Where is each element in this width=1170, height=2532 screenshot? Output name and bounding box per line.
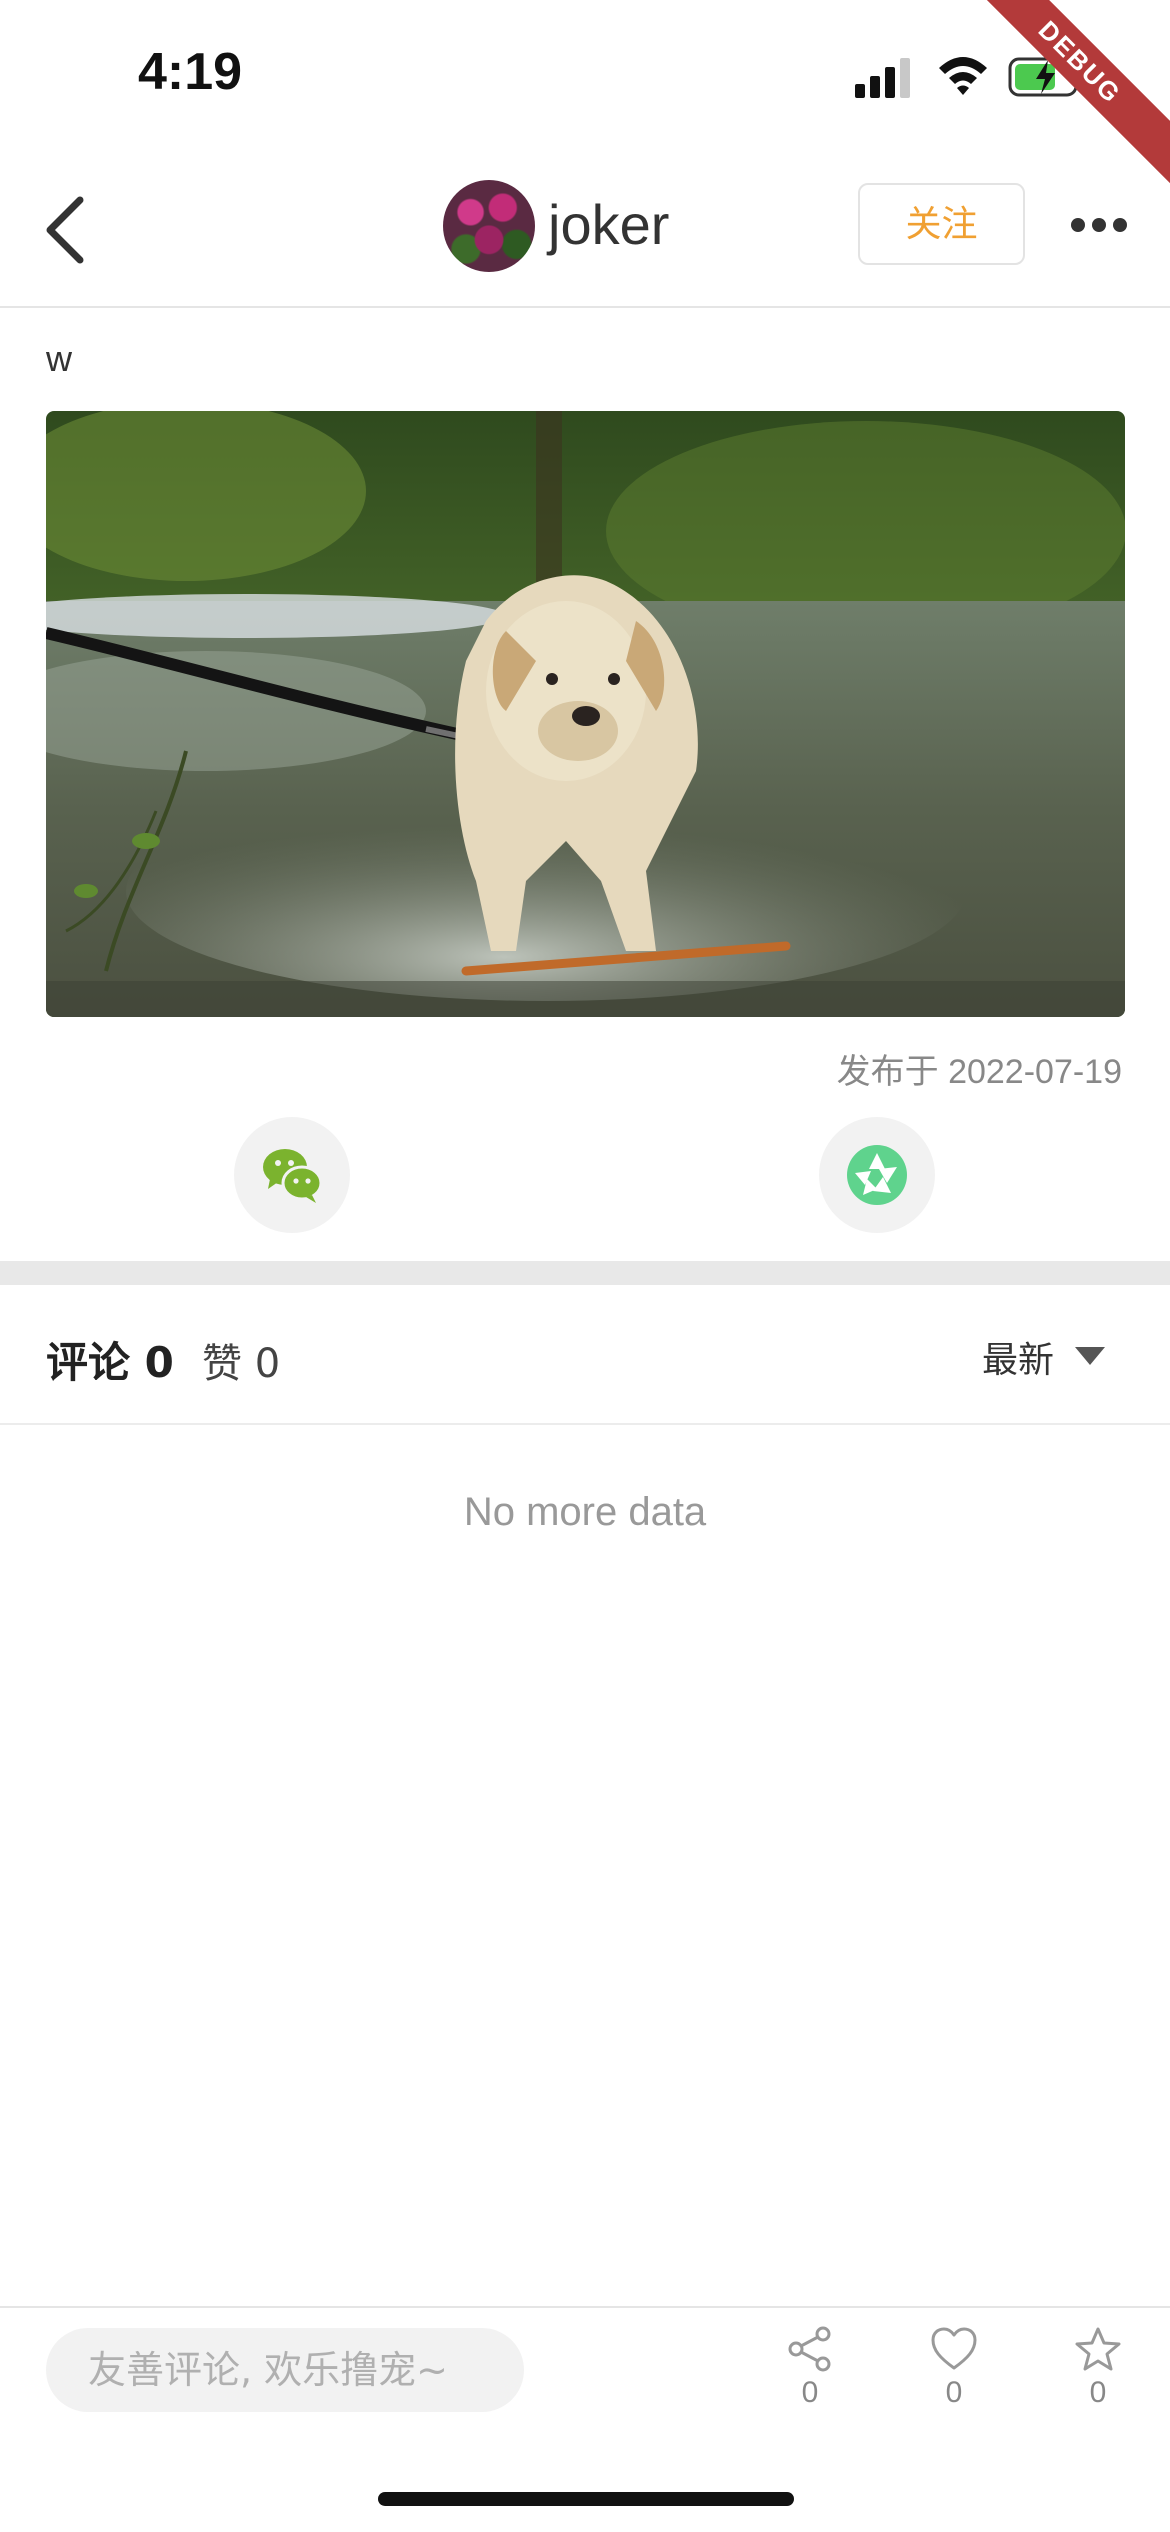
back-chevron-icon[interactable] <box>36 192 96 268</box>
wechat-icon <box>263 1149 323 1203</box>
avatar[interactable] <box>443 180 535 272</box>
comment-input[interactable] <box>46 2328 524 2412</box>
bottom-bar: 0 0 0 <box>0 2306 1170 2532</box>
signal-icon <box>855 58 910 98</box>
like-action[interactable]: 0 <box>914 2326 994 2436</box>
sort-dropdown[interactable]: 最新 <box>982 1331 1054 1383</box>
like-count: 0 <box>945 2376 963 2409</box>
share-action[interactable]: 0 <box>770 2326 850 2436</box>
section-divider <box>0 1261 1170 1285</box>
wifi-icon <box>939 57 987 95</box>
star-icon <box>1075 2327 1121 2371</box>
status-bar: 4:19 DEBUG <box>0 0 1170 191</box>
username[interactable]: joker <box>548 192 669 257</box>
no-more-data-text: No more data <box>463 1490 707 1534</box>
follow-button[interactable]: 关注 <box>858 183 1025 265</box>
share-wechat-button[interactable] <box>234 1117 350 1233</box>
post-image[interactable] <box>46 411 1125 1017</box>
favorite-count: 0 <box>1089 2376 1107 2409</box>
tab-likes[interactable]: 赞 0 <box>202 1331 280 1389</box>
favorite-action[interactable]: 0 <box>1058 2326 1138 2436</box>
tab-comments[interactable]: 评论 0 <box>46 1329 174 1390</box>
navbar: joker 关注 <box>0 150 1170 308</box>
share-icon <box>788 2326 831 2372</box>
comment-header: 评论 0 赞 0 最新 <box>0 1285 1170 1425</box>
home-indicator[interactable] <box>378 2492 794 2506</box>
status-time: 4:19 <box>138 43 243 101</box>
post-text: w <box>46 338 72 379</box>
post-date: 发布于 2022-07-19 <box>836 1053 1122 1091</box>
heart-icon <box>931 2327 977 2370</box>
dog-photo <box>46 411 1125 1017</box>
more-dots-icon[interactable] <box>1070 200 1128 250</box>
share-count: 0 <box>801 2376 819 2409</box>
share-moments-button[interactable] <box>819 1117 935 1233</box>
moments-icon <box>847 1145 907 1205</box>
caret-down-icon[interactable] <box>1075 1347 1105 1365</box>
